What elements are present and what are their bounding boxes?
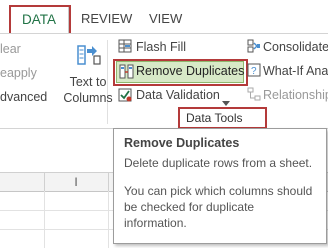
tooltip-line-1: Delete duplicate rows from a sheet. bbox=[124, 156, 313, 170]
relationships-button[interactable]: Relationship bbox=[263, 88, 328, 102]
advanced-button[interactable]: dvanced bbox=[0, 90, 47, 104]
grid-vline bbox=[108, 191, 109, 248]
text-to-columns-line2[interactable]: Columns bbox=[62, 91, 114, 105]
relationships-icon bbox=[247, 87, 261, 101]
svg-text:?: ? bbox=[251, 66, 257, 77]
tab-data-highlight bbox=[9, 5, 71, 35]
tooltip-line-3: be checked for duplicate bbox=[124, 200, 255, 214]
column-header-I[interactable]: I bbox=[44, 173, 109, 191]
reapply-button[interactable]: eapply bbox=[0, 66, 37, 80]
tooltip-line-2: You can pick which columns should bbox=[124, 184, 313, 198]
what-if-analysis-button[interactable]: What-If Ana bbox=[263, 64, 328, 78]
flash-fill-icon bbox=[118, 39, 132, 53]
grid-vline bbox=[44, 191, 45, 248]
data-validation-dropdown-icon[interactable] bbox=[222, 93, 230, 106]
remove-duplicates-tooltip: Remove Duplicates Delete duplicate rows … bbox=[113, 128, 327, 244]
column-header-H[interactable] bbox=[0, 173, 45, 191]
what-if-icon: ? bbox=[247, 63, 261, 77]
text-to-columns-icon bbox=[76, 44, 102, 66]
tooltip-line-4: information. bbox=[124, 216, 187, 230]
flash-fill-button[interactable]: Flash Fill bbox=[136, 40, 186, 54]
tab-review[interactable]: REVIEW bbox=[81, 8, 132, 30]
data-validation-button[interactable]: Data Validation bbox=[136, 88, 220, 102]
consolidate-button[interactable]: Consolidate bbox=[263, 40, 328, 54]
data-tools-group-label: Data Tools bbox=[186, 111, 243, 125]
consolidate-icon bbox=[247, 39, 261, 53]
data-validation-icon bbox=[118, 88, 132, 102]
tooltip-title: Remove Duplicates bbox=[124, 136, 240, 150]
text-to-columns-line1[interactable]: Text to bbox=[67, 75, 109, 89]
clear-button[interactable]: lear bbox=[0, 42, 21, 56]
remove-duplicates-icon bbox=[119, 64, 134, 79]
tab-view[interactable]: VIEW bbox=[149, 8, 182, 30]
remove-duplicates-button[interactable]: Remove Duplicates bbox=[136, 64, 244, 78]
